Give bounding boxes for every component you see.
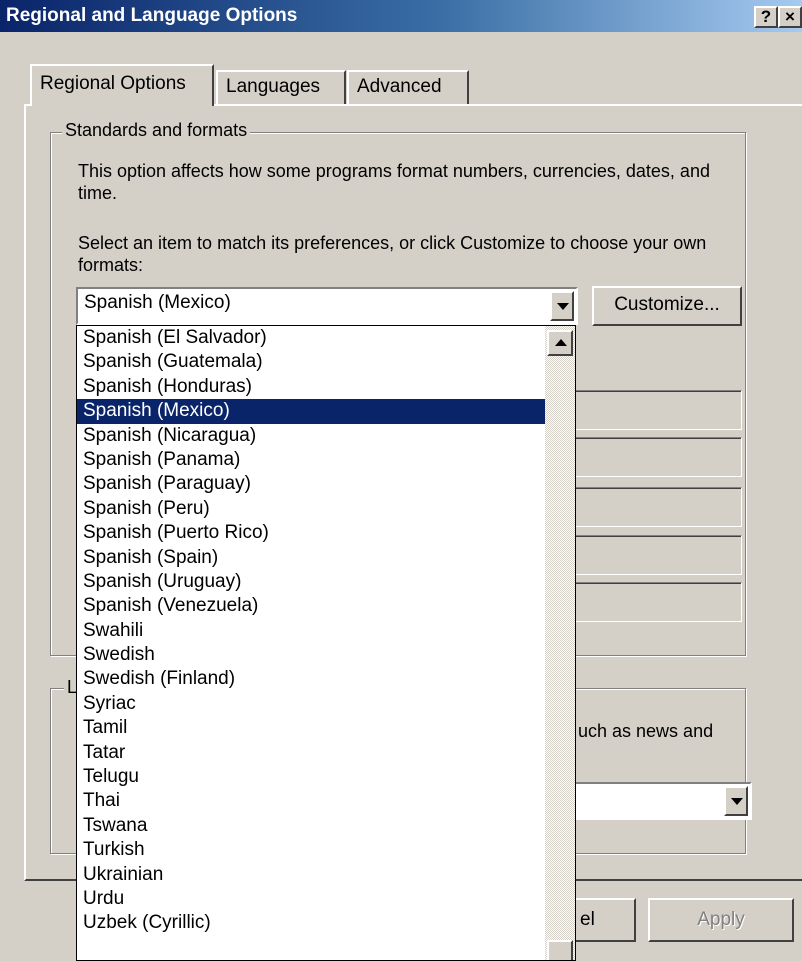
list-item[interactable]: Syriac: [77, 692, 545, 716]
format-combobox-dropdown-button[interactable]: [550, 291, 574, 321]
list-item[interactable]: Ukrainian: [77, 863, 545, 887]
vertical-scrollbar[interactable]: [545, 326, 575, 960]
format-combobox[interactable]: Spanish (Mexico): [76, 287, 578, 325]
sample-field: [560, 437, 742, 477]
location-combobox[interactable]: [560, 782, 752, 820]
tab-advanced[interactable]: Advanced: [347, 70, 469, 105]
format-dropdown-list[interactable]: Spanish (El Salvador) Spanish (Guatemala)…: [76, 325, 576, 961]
close-button[interactable]: ×: [778, 6, 802, 28]
sample-field: [560, 487, 742, 527]
list-item[interactable]: Spanish (Uruguay): [77, 570, 545, 594]
tab-languages[interactable]: Languages: [216, 70, 346, 105]
list-item[interactable]: Spanish (Puerto Rico): [77, 521, 545, 545]
window-title: Regional and Language Options: [6, 5, 298, 26]
list-item[interactable]: Uzbek (Cyrillic): [77, 911, 545, 935]
list-item[interactable]: Urdu: [77, 887, 545, 911]
tab-languages-label: Languages: [226, 76, 321, 97]
list-item[interactable]: Spanish (Mexico): [77, 399, 545, 424]
list-item[interactable]: Turkish: [77, 838, 545, 862]
list-item[interactable]: Swedish (Finland): [77, 667, 545, 691]
customize-button[interactable]: Customize...: [592, 286, 742, 326]
standards-legend: Standards and formats: [62, 120, 251, 141]
list-item[interactable]: Spanish (Nicaragua): [77, 424, 545, 448]
tab-advanced-label: Advanced: [357, 76, 442, 97]
scroll-up-button[interactable]: [547, 330, 573, 356]
list-item[interactable]: Tswana: [77, 814, 545, 838]
format-listbox[interactable]: Spanish (El Salvador) Spanish (Guatemala)…: [77, 326, 545, 936]
list-item[interactable]: Tamil: [77, 716, 545, 740]
list-item[interactable]: Tatar: [77, 741, 545, 765]
list-item[interactable]: Swahili: [77, 619, 545, 643]
list-item[interactable]: Spanish (Panama): [77, 448, 545, 472]
scroll-thumb[interactable]: [547, 940, 573, 960]
tab-regional-options-label: Regional Options: [40, 73, 186, 94]
list-item[interactable]: Spanish (Guatemala): [77, 350, 545, 374]
list-item[interactable]: Spanish (Honduras): [77, 375, 545, 399]
format-combobox-value: Spanish (Mexico): [84, 292, 231, 313]
apply-button: Apply: [648, 898, 794, 942]
list-item[interactable]: Spanish (Spain): [77, 546, 545, 570]
list-item[interactable]: Thai: [77, 789, 545, 813]
list-item[interactable]: Swedish: [77, 643, 545, 667]
location-description: uch as news and: [578, 721, 714, 741]
close-icon: ×: [785, 7, 795, 26]
list-item[interactable]: Telugu: [77, 765, 545, 789]
sample-field: [560, 535, 742, 575]
title-bar[interactable]: Regional and Language Options ? ×: [0, 0, 802, 32]
help-icon: ?: [760, 7, 772, 26]
sample-field: [560, 390, 742, 430]
list-item[interactable]: Spanish (Peru): [77, 497, 545, 521]
chevron-down-icon: [731, 798, 743, 805]
location-combobox-dropdown-button[interactable]: [724, 786, 748, 816]
list-item[interactable]: Spanish (Paraguay): [77, 472, 545, 496]
standards-instruction: Select an item to match its preferences,…: [78, 233, 707, 275]
chevron-up-icon: [555, 339, 567, 346]
sample-field: [560, 582, 742, 622]
chevron-down-icon: [557, 303, 569, 310]
help-button[interactable]: ?: [754, 6, 778, 28]
standards-description: This option affects how some programs fo…: [78, 161, 710, 203]
list-item[interactable]: Spanish (Venezuela): [77, 594, 545, 618]
tab-regional-options[interactable]: Regional Options: [30, 64, 214, 106]
list-item[interactable]: Spanish (El Salvador): [77, 326, 545, 350]
